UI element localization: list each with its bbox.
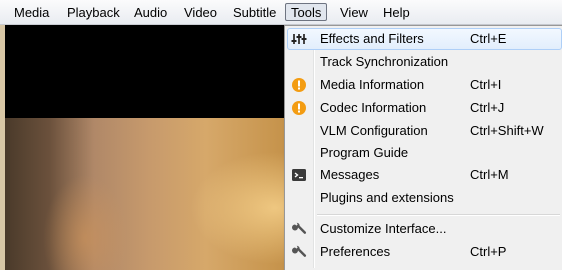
menu-item-label: Plugins and extensions (320, 190, 454, 205)
menu-item-effects-and-filters[interactable]: Effects and Filters Ctrl+E (287, 28, 562, 50)
menu-item-shortcut: Ctrl+I (470, 77, 502, 92)
menu-item-media-information[interactable]: Media Information Ctrl+I (287, 74, 562, 96)
menu-item-label: Media Information (320, 77, 425, 92)
menu-item-shortcut: Ctrl+M (470, 167, 509, 182)
menu-item-plugins-and-extensions[interactable]: Plugins and extensions (287, 187, 562, 209)
menu-item-label: Track Synchronization (320, 54, 449, 69)
menu-separator (317, 214, 560, 216)
menu-playback[interactable]: Playback (61, 3, 126, 21)
menu-item-messages[interactable]: Messages Ctrl+M (287, 164, 562, 186)
menu-item-customize-interface[interactable]: Customize Interface... (287, 218, 562, 240)
info-icon (292, 78, 306, 92)
info-icon (292, 101, 306, 115)
menu-item-label: Preferences (320, 244, 391, 259)
menu-item-label: VLM Configuration (320, 123, 428, 138)
menu-item-shortcut: Ctrl+P (470, 244, 507, 259)
menu-item-label: Customize Interface... (320, 221, 447, 236)
menu-video[interactable]: Video (178, 3, 223, 21)
menu-bar: Media Playback Audio Video Subtitle Tool… (0, 0, 562, 25)
menu-media[interactable]: Media (8, 3, 55, 21)
wrench-icon (292, 245, 307, 257)
tools-menu-dropdown: Effects and Filters Ctrl+E Track Synchro… (284, 25, 562, 270)
menu-view[interactable]: View (334, 3, 374, 21)
menu-tools[interactable]: Tools (285, 3, 328, 21)
menu-item-vlm-configuration[interactable]: VLM Configuration Ctrl+Shift+W (287, 120, 562, 142)
menu-item-label: Effects and Filters (320, 31, 424, 46)
menu-item-program-guide[interactable]: Program Guide (287, 142, 562, 164)
menu-item-label: Program Guide (320, 145, 409, 160)
menu-item-preferences[interactable]: Preferences Ctrl+P (287, 241, 562, 263)
terminal-icon (292, 169, 306, 181)
menu-item-label: Codec Information (320, 100, 427, 115)
equalizer-icon (291, 34, 307, 44)
menu-item-shortcut: Ctrl+J (470, 100, 505, 115)
menu-subtitle[interactable]: Subtitle (227, 3, 282, 21)
menu-item-shortcut: Ctrl+Shift+W (470, 123, 544, 138)
menu-help[interactable]: Help (377, 3, 416, 21)
menu-item-codec-information[interactable]: Codec Information Ctrl+J (287, 97, 562, 119)
menu-item-label: Messages (320, 167, 380, 182)
menu-audio[interactable]: Audio (128, 3, 173, 21)
menu-item-track-synchronization[interactable]: Track Synchronization (287, 51, 562, 73)
menu-item-shortcut: Ctrl+E (470, 31, 507, 46)
wrench-icon (292, 222, 307, 234)
